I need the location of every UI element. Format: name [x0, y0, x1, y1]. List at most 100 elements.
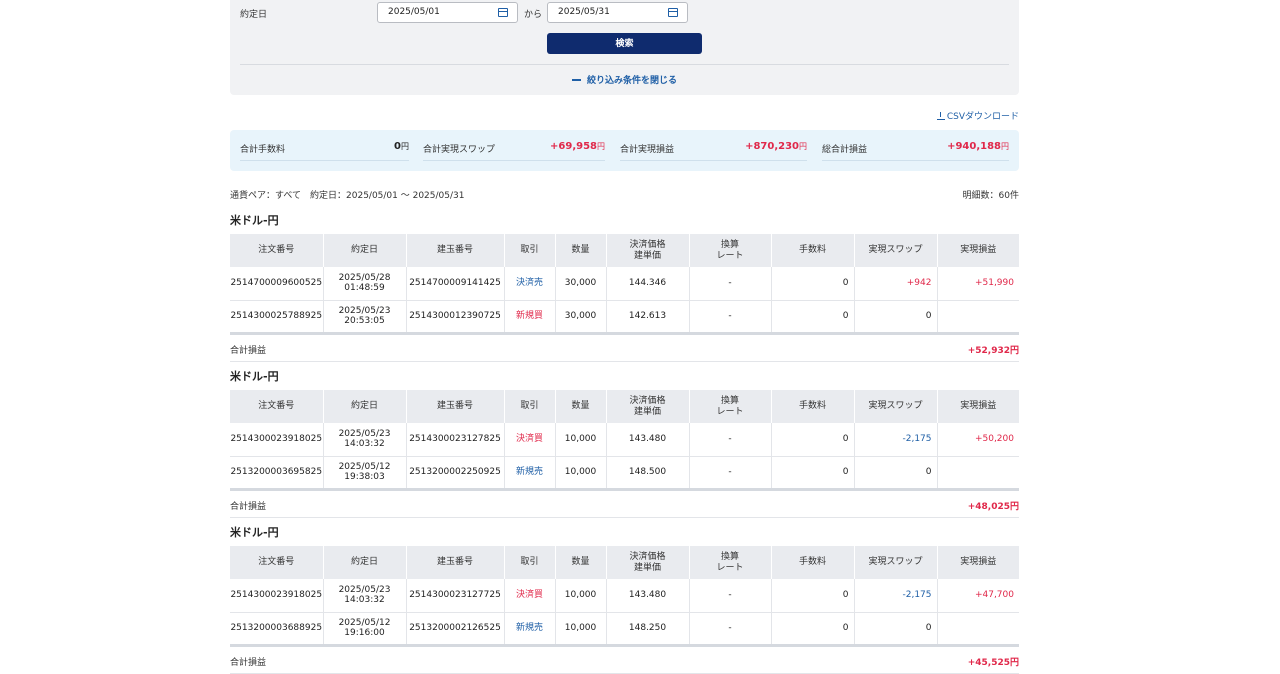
summary-panel: 合計手数料 0円 合計実現スワップ +69,958円 合計実現損益 +870,2… — [230, 130, 1019, 171]
section-total-row: 合計損益 +52,932円 — [230, 336, 1019, 362]
column-header-realized-swap: 実現スワップ — [853, 546, 937, 579]
column-header-order-number: 注文番号 — [230, 390, 323, 423]
settle-price: 144.346 — [605, 267, 689, 301]
column-header-settle-price: 決済価格 建単価 — [605, 546, 689, 579]
fee: 0 — [770, 423, 854, 457]
date-to-input[interactable]: 2025/05/31 — [547, 2, 688, 23]
close-filter-label: 絞り込み条件を閉じる — [586, 76, 677, 86]
trade-table: 注文番号 約定日 建玉番号 取引 数量 決済価格 建単価 換算 レート 手数料 実現スワップ 実現損益… — [230, 546, 1019, 647]
minus-icon — [571, 78, 581, 81]
section-total-value: +48,025円 — [967, 502, 1019, 512]
column-header-trade-type: 取引 — [503, 390, 555, 423]
realized-swap: 0 — [853, 456, 937, 491]
csv-download-link[interactable]: CSVダウンロード — [936, 109, 1019, 122]
quantity: 30,000 — [554, 300, 606, 335]
quantity: 10,000 — [554, 612, 606, 647]
realized-pnl — [936, 300, 1019, 335]
realized-swap: -2,175 — [853, 579, 937, 613]
record-count: 明細数：60件 — [962, 191, 1019, 201]
order-number: 2514700009600525 — [230, 267, 323, 301]
filter-panel: 約定日 2025/05/01 から 2025/05/31 検索 絞り込み条件を閉… — [230, 0, 1019, 95]
realized-pnl — [936, 612, 1019, 647]
position-number: 2514700009141425 — [405, 267, 504, 301]
column-header-trade-date: 約定日 — [322, 546, 406, 579]
column-header-trade-date: 約定日 — [322, 390, 406, 423]
summary-fee: 合計手数料 0円 — [240, 139, 409, 161]
trade-type: 新規買 — [503, 300, 555, 335]
fee: 0 — [770, 579, 854, 613]
trade-datetime: 2025/05/28 01:48:59 — [322, 267, 406, 301]
order-number: 2513200003688925 — [230, 612, 323, 647]
download-icon — [936, 112, 945, 120]
trade-datetime: 2025/05/23 14:03:32 — [322, 579, 406, 613]
calendar-icon[interactable] — [498, 8, 508, 17]
fee: 0 — [770, 300, 854, 335]
trade-datetime: 2025/05/12 19:38:03 — [322, 456, 406, 491]
trade-type: 決済買 — [503, 423, 555, 457]
position-number: 2513200002250925 — [405, 456, 504, 491]
section-total-value: +45,525円 — [967, 658, 1019, 668]
column-header-fee: 手数料 — [770, 546, 854, 579]
trade-datetime: 2025/05/12 19:16:00 — [322, 612, 406, 647]
realized-pnl — [936, 456, 1019, 491]
summary-pnl: 合計実現損益 +870,230円 — [620, 139, 807, 161]
realized-pnl: +51,990 — [936, 267, 1019, 301]
section-total-value: +52,932円 — [967, 346, 1019, 356]
position-number: 2514300023127725 — [405, 579, 504, 613]
quantity: 10,000 — [554, 423, 606, 457]
conv-rate: - — [688, 579, 771, 613]
summary-swap-label: 合計実現スワップ — [423, 145, 496, 155]
close-filter-link[interactable]: 絞り込み条件を閉じる — [230, 73, 1019, 86]
trade-table: 注文番号 約定日 建玉番号 取引 数量 決済価格 建単価 換算 レート 手数料 実現スワップ 実現損益… — [230, 390, 1019, 491]
table-row: 2514300023918025 2025/05/23 14:03:32 251430… — [230, 579, 1019, 613]
order-number: 2514300023918025 — [230, 423, 323, 457]
column-header-quantity: 数量 — [554, 390, 606, 423]
trade-type: 新規売 — [503, 456, 555, 491]
fee: 0 — [770, 267, 854, 301]
conv-rate: - — [688, 267, 771, 301]
column-header-conv-rate: 換算 レート — [688, 234, 771, 267]
summary-total-label: 総合計損益 — [822, 145, 868, 155]
calendar-icon[interactable] — [668, 8, 678, 17]
date-label: 約定日 — [240, 10, 268, 20]
csv-download-label: CSVダウンロード — [946, 112, 1019, 122]
column-header-order-number: 注文番号 — [230, 234, 323, 267]
summary-fee-label: 合計手数料 — [240, 145, 286, 155]
order-number: 2514300025788925 — [230, 300, 323, 335]
table-header-row: 注文番号 約定日 建玉番号 取引 数量 決済価格 建単価 換算 レート 手数料 実現スワップ 実現損益 — [230, 390, 1019, 423]
fee: 0 — [770, 612, 854, 647]
column-header-realized-pnl: 実現損益 — [936, 234, 1019, 267]
trade-datetime: 2025/05/23 20:53:05 — [322, 300, 406, 335]
summary-total: 総合計損益 +940,188円 — [822, 139, 1009, 161]
trade-type: 新規売 — [503, 612, 555, 647]
trade-type: 決済売 — [503, 267, 555, 301]
conv-rate: - — [688, 423, 771, 457]
currency-pair-title: 米ドル-円 — [230, 370, 279, 383]
section-total-label: 合計損益 — [230, 658, 267, 668]
realized-swap: 0 — [853, 300, 937, 335]
table-row: 2514700009600525 2025/05/28 01:48:59 251470… — [230, 267, 1019, 301]
realized-pnl: +47,700 — [936, 579, 1019, 613]
column-header-quantity: 数量 — [554, 546, 606, 579]
column-header-conv-rate: 換算 レート — [688, 546, 771, 579]
section-total-row: 合計損益 +45,525円 — [230, 648, 1019, 674]
settle-price: 142.613 — [605, 300, 689, 335]
settle-price: 143.480 — [605, 579, 689, 613]
conv-rate: - — [688, 300, 771, 335]
search-button[interactable]: 検索 — [547, 33, 702, 54]
currency-pair-title: 米ドル-円 — [230, 526, 279, 539]
date-range-separator: から — [524, 10, 543, 20]
date-from-input[interactable]: 2025/05/01 — [377, 2, 518, 23]
column-header-fee: 手数料 — [770, 234, 854, 267]
table-row: 2514300023918025 2025/05/23 14:03:32 251430… — [230, 423, 1019, 457]
section-total-row: 合計損益 +48,025円 — [230, 492, 1019, 518]
quantity: 10,000 — [554, 579, 606, 613]
column-header-fee: 手数料 — [770, 390, 854, 423]
column-header-realized-swap: 実現スワップ — [853, 234, 937, 267]
quantity: 30,000 — [554, 267, 606, 301]
column-header-quantity: 数量 — [554, 234, 606, 267]
trade-table: 注文番号 約定日 建玉番号 取引 数量 決済価格 建単価 換算 レート 手数料 実現スワップ 実現損益… — [230, 234, 1019, 335]
order-number: 2513200003695825 — [230, 456, 323, 491]
position-number: 2514300023127825 — [405, 423, 504, 457]
table-row: 2513200003688925 2025/05/12 19:16:00 251320… — [230, 612, 1019, 647]
